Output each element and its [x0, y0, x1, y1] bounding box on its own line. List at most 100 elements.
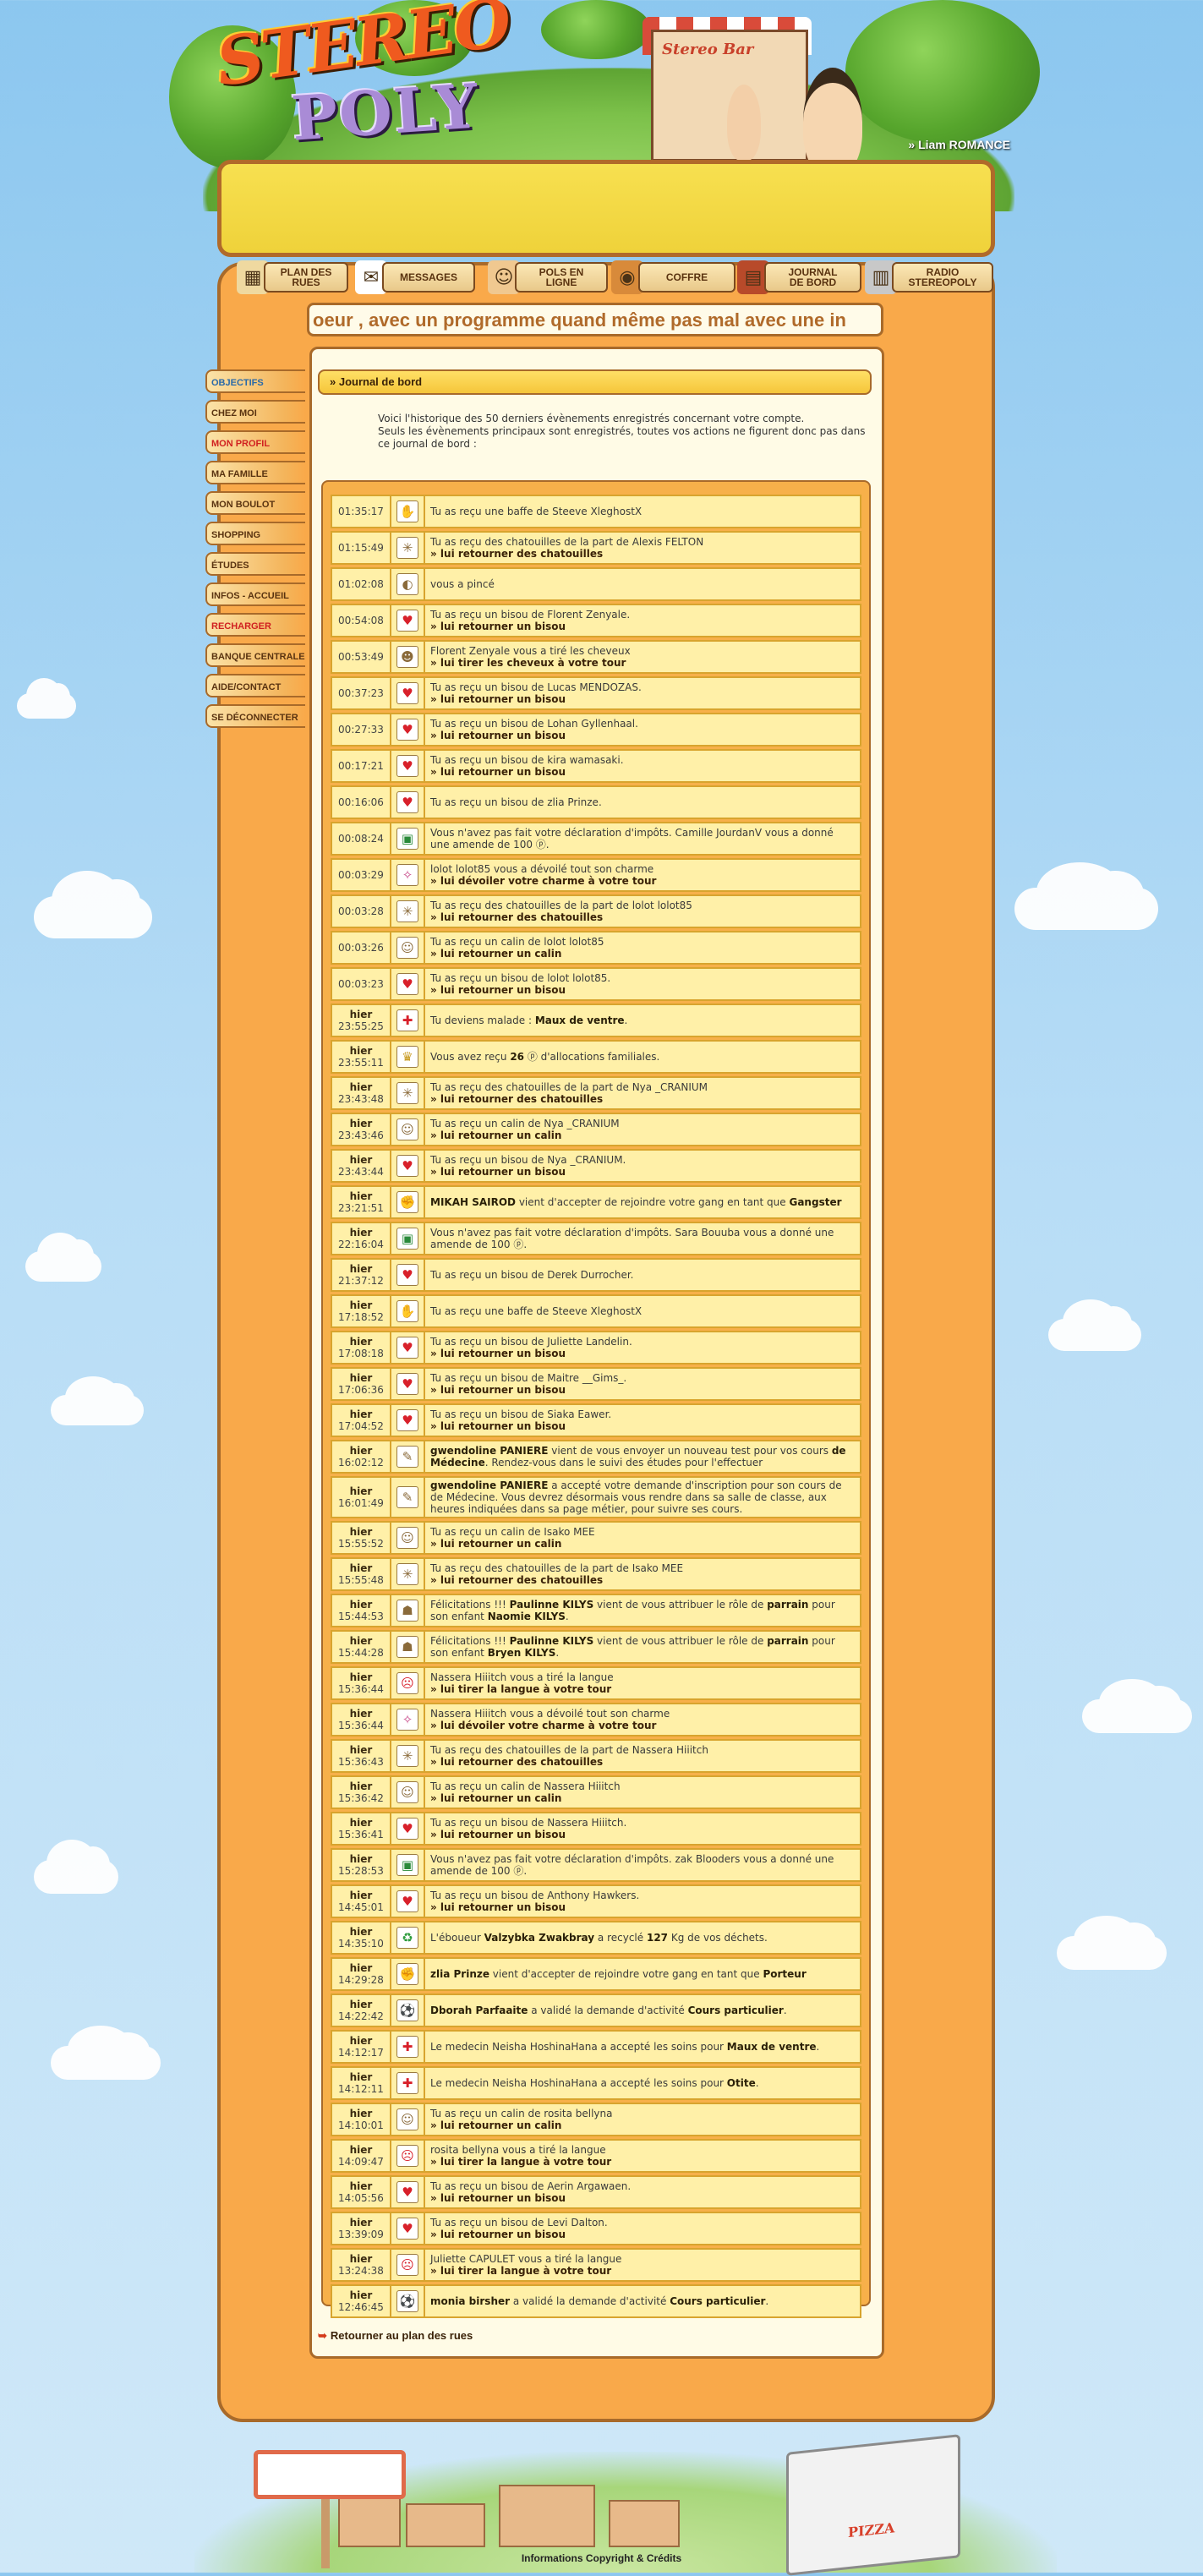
study-icon: ✎ [396, 1446, 418, 1468]
log-reply-link[interactable]: » lui retourner un bisou [430, 2192, 855, 2204]
log-row: 00:54:08 ♥ Tu as reçu un bisou de Florent … [331, 604, 861, 637]
log-day: hier [349, 2253, 373, 2265]
family-icon: ☗ [396, 1636, 418, 1658]
nav-item-3[interactable]: ◉ COFFRE [611, 260, 735, 294]
sidebar-item[interactable]: OBJECTIFS [205, 369, 305, 393]
log-reply-link[interactable]: » lui retourner un calin [430, 948, 855, 960]
log-time-cell: hier 15:44:28 [331, 1630, 390, 1664]
log-message-cell: Tu as reçu un bisou de kira wamasaki.» l… [425, 749, 861, 783]
log-reply-link[interactable]: » lui retourner un bisou [430, 1901, 855, 1913]
log-reply-link[interactable]: » lui dévoiler votre charme à votre tour [430, 875, 855, 887]
tree [845, 0, 1040, 144]
log-day: hier [349, 1744, 373, 1756]
log-time: 00:54:08 [338, 615, 384, 626]
sidebar-item[interactable]: ÉTUDES [205, 552, 305, 576]
log-icon-cell: ☹ [390, 2139, 425, 2173]
log-time-cell: 00:37:23 [331, 676, 390, 710]
sidebar-item[interactable]: SHOPPING [205, 522, 305, 545]
log-day: hier [349, 1962, 373, 1974]
log-reply-link[interactable]: » lui retourner un bisou [430, 621, 855, 632]
stereopoly-logo[interactable]: STEREO POLY [211, 0, 513, 155]
log-row: 00:27:33 ♥ Tu as reçu un bisou de Lohan Gy… [331, 713, 861, 747]
log-reply-link[interactable]: » lui retourner un bisou [430, 1384, 855, 1396]
log-reply-link[interactable]: » lui retourner un bisou [430, 730, 855, 741]
log-time-cell: hier 15:55:48 [331, 1557, 390, 1591]
sidebar-item[interactable]: RECHARGER [205, 613, 305, 637]
log-time-cell: hier 23:21:51 [331, 1185, 390, 1219]
log-reply-link[interactable]: » lui retourner des chatouilles [430, 1756, 855, 1768]
nav-item-4[interactable]: ▤ JOURNAL DE BORD [737, 260, 861, 294]
username-link[interactable]: » Liam ROMANCE [908, 138, 1010, 151]
charm-icon: ✧ [396, 864, 418, 886]
sidebar-item[interactable]: INFOS - ACCUEIL [205, 582, 305, 606]
log-time: 00:03:23 [338, 978, 384, 990]
log-day: hier [349, 1708, 373, 1720]
log-reply-link[interactable]: » lui retourner un calin [430, 1792, 855, 1804]
log-time-cell: hier 13:39:09 [331, 2212, 390, 2245]
log-row: hier 14:45:01 ♥ Tu as reçu un bisou de Anth… [331, 1884, 861, 1918]
log-time: 00:03:28 [338, 905, 384, 917]
soccer-ball-icon: ⚽ [396, 1999, 418, 2021]
sidebar-item[interactable]: MON PROFIL [205, 430, 305, 454]
log-time: 00:08:24 [338, 833, 384, 845]
sidebar-item[interactable]: AIDE/CONTACT [205, 674, 305, 697]
log-reply-link[interactable]: » lui retourner un bisou [430, 693, 855, 705]
log-reply-link[interactable]: » lui retourner des chatouilles [430, 911, 855, 923]
log-reply-link[interactable]: » lui tirer la langue à votre tour [430, 1683, 855, 1695]
sidebar-item[interactable]: MON BOULOT [205, 491, 305, 515]
log-day: hier [349, 2035, 373, 2047]
log-time-cell: hier 17:04:52 [331, 1403, 390, 1437]
log-reply-link[interactable]: » lui retourner un bisou [430, 1348, 855, 1359]
log-icon-cell: ♥ [390, 2212, 425, 2245]
log-row: hier 15:36:44 ✧ Nassera Hiiitch vous a dévo… [331, 1703, 861, 1736]
log-reply-link[interactable]: » lui tirer la langue à votre tour [430, 2156, 855, 2168]
log-time: 15:36:42 [338, 1792, 384, 1804]
sidebar-item[interactable]: CHEZ MOI [205, 400, 305, 424]
log-reply-link[interactable]: » lui retourner des chatouilles [430, 1093, 855, 1105]
sidebar-item[interactable]: BANQUE CENTRALE [205, 643, 305, 667]
log-reply-link[interactable]: » lui retourner un bisou [430, 984, 855, 996]
log-reply-link[interactable]: » lui retourner un calin [430, 1538, 855, 1550]
log-reply-link[interactable]: » lui retourner un bisou [430, 766, 855, 778]
log-reply-link[interactable]: » lui retourner un bisou [430, 2229, 855, 2240]
log-time-cell: hier 23:43:48 [331, 1076, 390, 1110]
log-message-cell: Vous n'avez pas fait votre déclaration d… [425, 822, 861, 856]
log-time: 01:15:49 [338, 542, 384, 554]
tax-icon: ▣ [396, 828, 418, 850]
sidebar-item[interactable]: SE DÉCONNECTER [205, 704, 305, 728]
log-time: 23:43:44 [338, 1166, 384, 1178]
log-icon-cell: ⚽ [390, 1994, 425, 2027]
log-day: hier [349, 1154, 373, 1166]
log-time-cell: 00:53:49 [331, 640, 390, 674]
log-reply-link[interactable]: » lui retourner un bisou [430, 1829, 855, 1840]
log-reply-link[interactable]: » lui retourner un calin [430, 1129, 855, 1141]
nav-item-1[interactable]: ✉ MESSAGES [355, 260, 475, 294]
log-message: rosita bellyna vous a tiré la langue [430, 2144, 606, 2156]
intro-text: Voici l'historique des 50 derniers évène… [378, 413, 868, 451]
nav-item-5[interactable]: ▥ RADIO STEREOPOLY [865, 260, 993, 294]
log-reply-link[interactable]: » lui retourner un calin [430, 2119, 855, 2131]
log-reply-link[interactable]: » lui dévoiler votre charme à votre tour [430, 1720, 855, 1731]
log-reply-link[interactable]: » lui tirer la langue à votre tour [430, 2265, 855, 2277]
sidebar-item[interactable]: MA FAMILLE [205, 461, 305, 484]
log-message: Tu as reçu une baffe de Steeve XleghostX [430, 506, 643, 517]
footer-credits-link[interactable]: Informations Copyright & Crédits [0, 2552, 1203, 2564]
log-reply-link[interactable]: » lui retourner un bisou [430, 1166, 855, 1178]
back-to-map-link[interactable]: ➥ Retourner au plan des rues [318, 2329, 473, 2343]
log-time-cell: 00:03:29 [331, 858, 390, 892]
log-message: Vous avez reçu 26 ⓟ d'allocations famili… [430, 1051, 660, 1063]
nav-item-2[interactable]: ☺ POLS EN LIGNE [488, 260, 608, 294]
log-reply-link[interactable]: » lui retourner des chatouilles [430, 548, 855, 560]
log-reply-link[interactable]: » lui tirer les cheveux à votre tour [430, 657, 855, 669]
log-time-cell: hier 17:08:18 [331, 1331, 390, 1365]
log-reply-link[interactable]: » lui retourner un bisou [430, 1420, 855, 1432]
log-time: 14:35:10 [338, 1938, 384, 1950]
log-icon-cell: ☺ [390, 931, 425, 965]
nav-item-0[interactable]: ▦ PLAN DES RUES [237, 260, 348, 294]
log-reply-link[interactable]: » lui retourner des chatouilles [430, 1574, 855, 1586]
log-time: 00:27:33 [338, 724, 384, 736]
log-icon-cell: ♥ [390, 967, 425, 1001]
gang-icon: ✊ [396, 1963, 418, 1985]
log-row: hier 14:35:10 ♻ L'éboueur Valzybka Zwakbray… [331, 1921, 861, 1955]
log-row: hier 14:09:47 ☹ rosita bellyna vous a tiré … [331, 2139, 861, 2173]
